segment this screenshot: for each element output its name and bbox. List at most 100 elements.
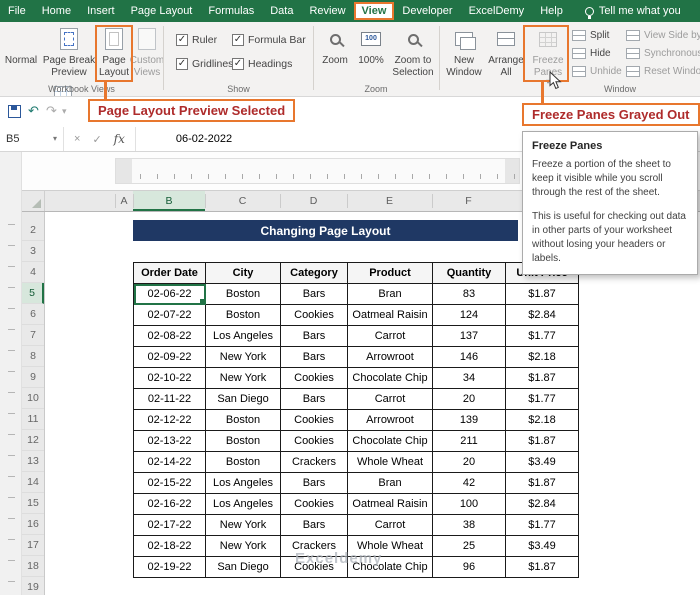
tab-help[interactable]: Help: [532, 1, 571, 21]
row-header-3[interactable]: 3: [22, 241, 44, 262]
table-cell[interactable]: Whole Wheat: [348, 536, 433, 557]
table-cell[interactable]: 02-15-22: [134, 473, 206, 494]
tab-data[interactable]: Data: [262, 1, 301, 21]
table-cell[interactable]: 100: [433, 494, 506, 515]
table-cell[interactable]: 02-14-22: [134, 452, 206, 473]
normal-view-button[interactable]: Normal: [2, 26, 72, 96]
table-cell[interactable]: 137: [433, 326, 506, 347]
synchronous-scrolling-button[interactable]: Synchronous Scrolling: [626, 48, 700, 59]
table-cell[interactable]: Cookies: [281, 368, 348, 389]
table-cell[interactable]: Whole Wheat: [348, 452, 433, 473]
table-cell[interactable]: 83: [433, 284, 506, 305]
table-cell[interactable]: Crackers: [281, 536, 348, 557]
row-header-16[interactable]: 16: [22, 514, 44, 535]
table-header-cell[interactable]: Product: [348, 263, 433, 284]
table-title[interactable]: Changing Page Layout: [133, 220, 518, 241]
table-cell[interactable]: $1.77: [506, 389, 579, 410]
table-header-cell[interactable]: Category: [281, 263, 348, 284]
formula-bar-checkbox[interactable]: ✓ Formula Bar: [232, 34, 306, 46]
split-button[interactable]: Split: [572, 30, 609, 41]
table-cell[interactable]: Cookies: [281, 494, 348, 515]
row-header-8[interactable]: 8: [22, 346, 44, 367]
table-cell[interactable]: Bars: [281, 389, 348, 410]
table-cell[interactable]: 146: [433, 347, 506, 368]
table-cell[interactable]: $1.87: [506, 557, 579, 578]
row-header-19[interactable]: 19: [22, 577, 44, 595]
tab-home[interactable]: Home: [34, 1, 79, 21]
row-header-2[interactable]: 2: [22, 220, 44, 241]
table-cell[interactable]: Chocolate Chip: [348, 431, 433, 452]
zoom-button[interactable]: Zoom: [318, 26, 352, 67]
column-header-b[interactable]: B: [133, 191, 205, 211]
table-cell[interactable]: Oatmeal Raisin: [348, 494, 433, 515]
table-cell[interactable]: 139: [433, 410, 506, 431]
gridlines-checkbox[interactable]: ✓ Gridlines: [176, 58, 233, 70]
table-cell[interactable]: $1.87: [506, 284, 579, 305]
table-cell[interactable]: Crackers: [281, 452, 348, 473]
table-cell[interactable]: 25: [433, 536, 506, 557]
page-break-preview-button[interactable]: Page Break Preview: [42, 26, 96, 78]
row-header-11[interactable]: 11: [22, 409, 44, 430]
table-cell[interactable]: 38: [433, 515, 506, 536]
custom-views-button[interactable]: Custom Views: [130, 26, 164, 78]
tab-insert[interactable]: Insert: [79, 1, 123, 21]
table-cell[interactable]: Los Angeles: [206, 326, 281, 347]
tab-exceldemy[interactable]: ExcelDemy: [461, 1, 533, 21]
name-box[interactable]: B5 ▾: [0, 127, 64, 151]
table-cell[interactable]: 02-16-22: [134, 494, 206, 515]
tab-review[interactable]: Review: [301, 1, 353, 21]
insert-function-icon[interactable]: fx: [114, 132, 125, 146]
table-cell[interactable]: $1.77: [506, 515, 579, 536]
table-cell[interactable]: 02-09-22: [134, 347, 206, 368]
table-cell[interactable]: 02-17-22: [134, 515, 206, 536]
tab-developer[interactable]: Developer: [394, 1, 460, 21]
formula-bar-value[interactable]: 06-02-2022: [176, 133, 232, 145]
table-cell[interactable]: Bars: [281, 473, 348, 494]
table-cell[interactable]: Arrowroot: [348, 347, 433, 368]
table-cell[interactable]: 96: [433, 557, 506, 578]
enter-icon[interactable]: ✓: [92, 133, 101, 146]
undo-icon[interactable]: ↶: [28, 103, 39, 119]
table-cell[interactable]: Carrot: [348, 326, 433, 347]
cancel-icon[interactable]: ×: [74, 133, 80, 145]
table-cell[interactable]: Cookies: [281, 557, 348, 578]
table-cell[interactable]: New York: [206, 515, 281, 536]
headings-checkbox[interactable]: ✓ Headings: [232, 58, 292, 70]
table-cell[interactable]: Boston: [206, 305, 281, 326]
reset-window-position-button[interactable]: Reset Window Position: [626, 66, 700, 77]
table-cell[interactable]: $2.84: [506, 305, 579, 326]
table-cell[interactable]: Chocolate Chip: [348, 368, 433, 389]
table-cell[interactable]: Boston: [206, 431, 281, 452]
select-all-corner[interactable]: [22, 191, 45, 211]
arrange-all-button[interactable]: Arrange All: [486, 26, 526, 78]
table-cell[interactable]: $3.49: [506, 536, 579, 557]
table-cell[interactable]: 20: [433, 452, 506, 473]
view-side-by-side-button[interactable]: View Side by Side: [626, 30, 700, 41]
zoom-to-selection-button[interactable]: Zoom to Selection: [390, 26, 436, 78]
column-header-c[interactable]: C: [205, 191, 280, 211]
table-cell[interactable]: 42: [433, 473, 506, 494]
zoom-100-button[interactable]: 100 100%: [354, 26, 388, 67]
table-cell[interactable]: San Diego: [206, 389, 281, 410]
table-cell[interactable]: Los Angeles: [206, 494, 281, 515]
table-cell[interactable]: 02-07-22: [134, 305, 206, 326]
name-box-dropdown-icon[interactable]: ▾: [53, 135, 57, 143]
table-cell[interactable]: San Diego: [206, 557, 281, 578]
table-cell[interactable]: Chocolate Chip: [348, 557, 433, 578]
table-cell[interactable]: 02-13-22: [134, 431, 206, 452]
table-cell[interactable]: $1.87: [506, 431, 579, 452]
table-cell[interactable]: 20: [433, 389, 506, 410]
table-cell[interactable]: 02-11-22: [134, 389, 206, 410]
table-cell[interactable]: Bars: [281, 347, 348, 368]
row-header-6[interactable]: 6: [22, 304, 44, 325]
table-cell[interactable]: $2.18: [506, 410, 579, 431]
table-cell[interactable]: 02-18-22: [134, 536, 206, 557]
table-cell[interactable]: Arrowroot: [348, 410, 433, 431]
row-header-15[interactable]: 15: [22, 493, 44, 514]
table-cell[interactable]: 02-19-22: [134, 557, 206, 578]
table-cell[interactable]: $3.49: [506, 452, 579, 473]
column-header-f[interactable]: F: [432, 191, 505, 211]
table-cell[interactable]: Carrot: [348, 515, 433, 536]
table-cell[interactable]: 211: [433, 431, 506, 452]
table-header-cell[interactable]: Order Date: [134, 263, 206, 284]
